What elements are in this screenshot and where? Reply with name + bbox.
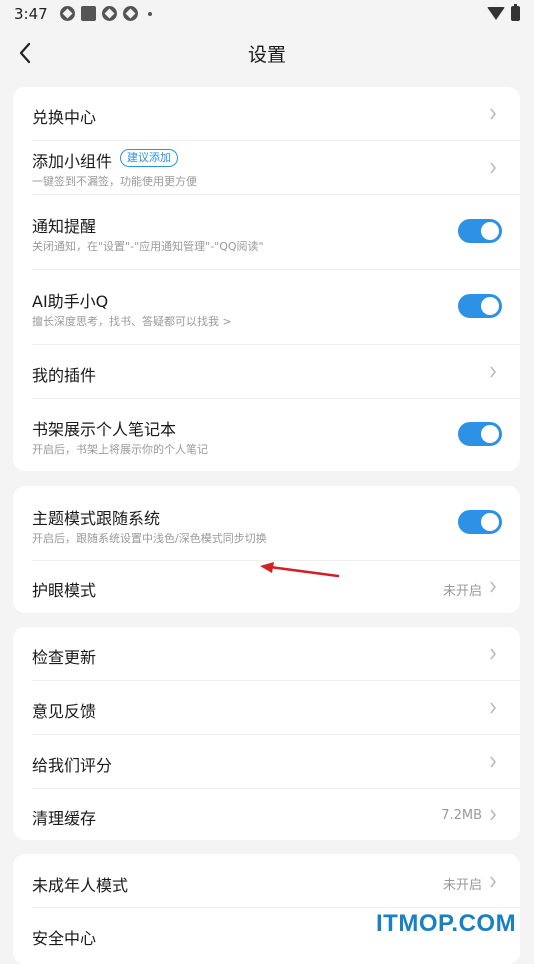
settings-group-about: 检查更新 意见反馈 给我们评分 清理缓存 7.2MB [13, 627, 520, 840]
chevron-right-icon [489, 702, 497, 714]
row-subtitle[interactable]: 擅长深度思考，找书、答疑都可以找我 > [32, 313, 232, 329]
row-label: 意见反馈 [32, 702, 97, 721]
toggle-knob [481, 222, 499, 240]
toggle-knob [481, 297, 499, 315]
row-label: 未成年人模式 [32, 876, 129, 895]
theme-follow-system-toggle[interactable] [458, 510, 502, 534]
page-header: 设置 [0, 28, 534, 78]
status-bar: 3:47 [0, 0, 534, 28]
bookshelf-notebook-row: 书架展示个人笔记本 开启后，书架上将展示你的个人笔记 [13, 399, 520, 471]
settings-group-display: 主题模式跟随系统 开启后，跟随系统设置中浅色/深色模式同步切换 护眼模式 未开启 [13, 486, 520, 613]
row-value: 未开启 [442, 878, 482, 893]
row-label: 兑换中心 [32, 108, 97, 127]
row-label: 书架展示个人笔记本 [32, 420, 177, 439]
ai-assistant-row: AI助手小Q 擅长深度思考，找书、答疑都可以找我 > [13, 270, 520, 344]
watermark-logo: ITMOP.COM [376, 910, 517, 937]
bookshelf-notebook-toggle[interactable] [458, 422, 502, 446]
add-widget-row[interactable]: 添加小组件 建议添加 一键签到不漏签，功能使用更方便 [13, 141, 520, 194]
chevron-right-icon [489, 162, 497, 174]
toggle-knob [481, 513, 499, 531]
system-icons [487, 4, 520, 21]
app-notification-icon [123, 6, 138, 21]
row-subtitle: 一键签到不漏签，功能使用更方便 [32, 175, 197, 188]
toggle-knob [481, 425, 499, 443]
app-notification-icon [102, 6, 117, 21]
my-plugins-row[interactable]: 我的插件 [13, 345, 520, 398]
chevron-right-icon [489, 756, 497, 768]
row-label: 我的插件 [32, 366, 97, 385]
chevron-right-icon [489, 876, 497, 888]
row-label: 安全中心 [32, 929, 97, 948]
notification-icons [60, 6, 152, 21]
more-notifications-icon [148, 11, 152, 16]
row-label: AI助手小Q [32, 292, 109, 311]
row-value: 未开启 [442, 584, 482, 599]
feedback-row[interactable]: 意见反馈 [13, 681, 520, 734]
rate-us-row[interactable]: 给我们评分 [13, 735, 520, 788]
battery-icon [511, 4, 520, 21]
settings-group-safety: 未成年人模式 未开启 安全中心 [13, 854, 520, 964]
annotation-arrow-icon [260, 562, 340, 578]
row-subtitle: 关闭通知，在"设置"-"应用通知管理"-"QQ阅读" [32, 240, 264, 253]
recommend-badge: 建议添加 [120, 149, 178, 167]
notification-row: 通知提醒 关闭通知，在"设置"-"应用通知管理"-"QQ阅读" [13, 195, 520, 269]
cache-size-value: 7.2MB [441, 808, 482, 823]
row-label: 护眼模式 [32, 581, 97, 600]
clear-cache-row[interactable]: 清理缓存 7.2MB [13, 789, 520, 840]
row-label: 通知提醒 [32, 217, 97, 236]
row-subtitle: 开启后，书架上将展示你的个人笔记 [32, 443, 208, 456]
redeem-center-row[interactable]: 兑换中心 [13, 87, 520, 140]
page-title: 设置 [247, 44, 286, 66]
app-notification-icon [60, 6, 75, 21]
chevron-right-icon [489, 648, 497, 660]
chevron-right-icon [489, 366, 497, 378]
ai-assistant-toggle[interactable] [458, 294, 502, 318]
chevron-right-icon [489, 108, 497, 120]
row-label: 主题模式跟随系统 [32, 509, 161, 528]
notification-toggle[interactable] [458, 219, 502, 243]
row-subtitle: 开启后，跟随系统设置中浅色/深色模式同步切换 [32, 532, 267, 545]
chevron-right-icon [489, 581, 497, 593]
row-label: 添加小组件 [32, 152, 113, 171]
minor-mode-row[interactable]: 未成年人模式 未开启 [13, 854, 520, 907]
row-label: 检查更新 [32, 648, 97, 667]
row-label: 清理缓存 [32, 809, 97, 828]
wifi-icon [487, 7, 505, 20]
settings-group-general: 兑换中心 添加小组件 建议添加 一键签到不漏签，功能使用更方便 通知提醒 关闭通… [13, 87, 520, 471]
chevron-right-icon [489, 809, 497, 821]
check-update-row[interactable]: 检查更新 [13, 627, 520, 680]
row-label: 给我们评分 [32, 756, 113, 775]
theme-follow-system-row: 主题模式跟随系统 开启后，跟随系统设置中浅色/深色模式同步切换 [13, 486, 520, 560]
app-notification-icon [81, 6, 96, 21]
status-time: 3:47 [14, 5, 48, 23]
